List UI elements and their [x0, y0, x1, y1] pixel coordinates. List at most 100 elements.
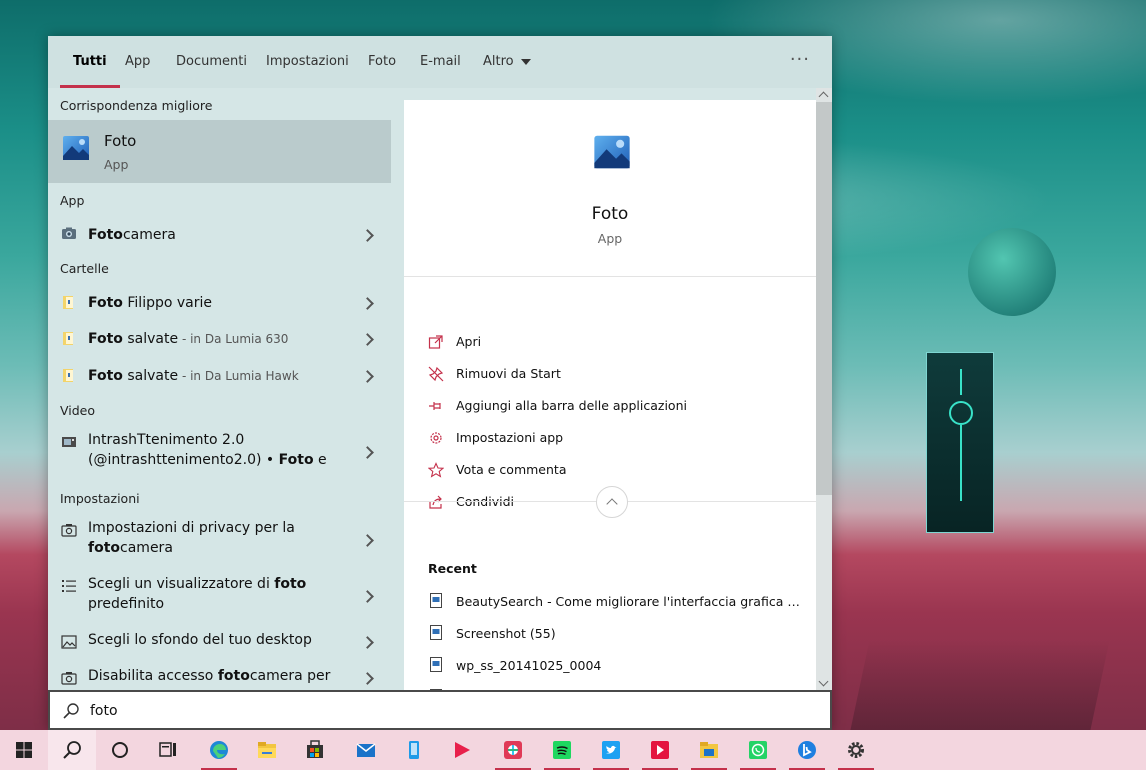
- settings-button[interactable]: [832, 730, 880, 770]
- result-folder-1[interactable]: Foto Filippo varie: [48, 288, 391, 318]
- match-rest: camera: [120, 540, 173, 556]
- result-video[interactable]: IntrashTtenimento 2.0 (@intrashttenimento…: [48, 430, 391, 474]
- action-label: Rimuovi da Start: [456, 366, 561, 381]
- mail-icon: [356, 743, 376, 757]
- play-button[interactable]: [438, 730, 486, 770]
- chevron-right-icon: [361, 229, 374, 242]
- section-impostazioni: Impostazioni: [60, 491, 140, 506]
- tab-documenti[interactable]: Documenti: [176, 36, 247, 88]
- cortana-button[interactable]: [96, 730, 144, 770]
- search-box[interactable]: [48, 690, 832, 730]
- match-rest: camera: [122, 227, 176, 243]
- more-options-button[interactable]: ···: [790, 36, 810, 88]
- chevron-right-icon: [361, 534, 374, 547]
- recent-heading: Recent: [428, 561, 477, 576]
- recent-item[interactable]: BeautySearch - Come migliorare l'interfa…: [428, 593, 808, 613]
- whatsapp-button[interactable]: [734, 730, 782, 770]
- twitter-button[interactable]: [587, 730, 635, 770]
- slack-button[interactable]: [489, 730, 537, 770]
- match-rest: camera per: [249, 668, 331, 684]
- preview-pane: Foto App Apri Rimuovi da Start Aggiungi …: [404, 100, 816, 690]
- photos-app-icon: [63, 136, 89, 160]
- camera-icon: [62, 227, 76, 239]
- filter-tabs: Tutti App Documenti Impostazioni Foto E-…: [48, 36, 832, 88]
- play-icon: [455, 742, 470, 758]
- image-icon: [61, 635, 77, 649]
- tab-foto[interactable]: Foto: [368, 36, 396, 88]
- recent-item-label: Screenshot (55): [456, 626, 556, 641]
- result-label: IntrashTtenimento 2.0 (@intrashttenimento…: [88, 430, 348, 470]
- file-explorer-button[interactable]: [243, 730, 291, 770]
- video-icon: [62, 437, 76, 447]
- tab-altro[interactable]: Altro: [483, 36, 531, 88]
- tab-impostazioni[interactable]: Impostazioni: [266, 36, 349, 88]
- video-channel: (@intrashttenimento2.0) •: [88, 452, 279, 468]
- result-setting-privacy[interactable]: Impostazioni di privacy per la fotocamera: [48, 518, 391, 562]
- cortana-icon: [112, 742, 128, 758]
- result-label: Fotocamera: [88, 225, 348, 245]
- search-taskbar-button[interactable]: [48, 730, 96, 770]
- settings-icon: [848, 742, 864, 758]
- search-input[interactable]: [88, 698, 792, 724]
- chevron-right-icon: [361, 446, 374, 459]
- result-location: - in Da Lumia 630: [178, 332, 289, 346]
- scroll-down-icon[interactable]: [818, 676, 829, 687]
- unpin-icon: [428, 366, 444, 382]
- store-button[interactable]: [291, 730, 339, 770]
- chevron-right-icon: [361, 636, 374, 649]
- scroll-up-icon[interactable]: [818, 91, 829, 102]
- edge-button[interactable]: [195, 730, 243, 770]
- result-fotocamera[interactable]: Fotocamera: [48, 220, 391, 250]
- document-icon: [430, 625, 442, 640]
- collapse-button[interactable]: [596, 486, 628, 518]
- match-bold: foto: [88, 540, 121, 556]
- action-vota-e-commenta[interactable]: Vota e commenta: [428, 461, 788, 481]
- result-label: Foto Filippo varie: [88, 293, 348, 313]
- result-setting-background[interactable]: Scegli lo sfondo del tuo desktop: [48, 630, 391, 660]
- setting-line: Disabilita accesso: [88, 668, 218, 684]
- windows-start-icon: [16, 742, 32, 758]
- document-icon: [430, 657, 442, 672]
- action-impostazioni-app[interactable]: Impostazioni app: [428, 429, 788, 449]
- result-folder-2[interactable]: Foto salvate - in Da Lumia 630: [48, 324, 391, 354]
- tab-tutti[interactable]: Tutti: [60, 36, 120, 88]
- spotify-icon: [553, 741, 571, 759]
- result-label: Foto salvate - in Da Lumia 630: [88, 329, 348, 349]
- best-match-item[interactable]: Foto App: [48, 120, 391, 183]
- search-icon: [63, 703, 79, 719]
- result-setting-viewer[interactable]: Scegli un visualizzatore di foto predefin…: [48, 574, 391, 618]
- photos-app-icon: [594, 135, 630, 169]
- star-icon: [428, 462, 444, 478]
- tab-app[interactable]: App: [125, 36, 150, 88]
- recent-item[interactable]: wp_ss_20141025_0004: [428, 657, 808, 677]
- folder-app-button[interactable]: [685, 730, 733, 770]
- recent-item-label: wp_ss_20141025_0004: [456, 658, 602, 673]
- match-rest: e: [313, 452, 327, 468]
- pocket-casts-button[interactable]: [636, 730, 684, 770]
- phone-button[interactable]: [390, 730, 438, 770]
- match-bold: Foto: [88, 295, 123, 311]
- camera-outline-icon: [61, 524, 77, 537]
- mail-button[interactable]: [342, 730, 390, 770]
- task-view-button[interactable]: [144, 730, 192, 770]
- action-label: Impostazioni app: [456, 430, 564, 445]
- spotify-button[interactable]: [538, 730, 586, 770]
- search-icon: [63, 741, 81, 759]
- action-label: Vota e commenta: [456, 462, 567, 477]
- tab-email[interactable]: E-mail: [420, 36, 461, 88]
- folder-icon: [63, 369, 73, 382]
- scrollbar-thumb[interactable]: [816, 102, 832, 495]
- start-button[interactable]: [0, 730, 48, 770]
- action-apri[interactable]: Apri: [428, 333, 788, 353]
- action-aggiungi-barra[interactable]: Aggiungi alla barra delle applicazioni: [428, 397, 788, 417]
- result-setting-disable-camera[interactable]: Disabilita accesso fotocamera per: [48, 666, 391, 690]
- match-bold: Foto: [278, 452, 314, 468]
- result-folder-3[interactable]: Foto salvate - in Da Lumia Hawk: [48, 361, 391, 391]
- pocket-casts-icon: [651, 741, 669, 759]
- bing-button[interactable]: [783, 730, 831, 770]
- document-icon: [430, 593, 442, 608]
- recent-item[interactable]: Screenshot (55): [428, 625, 808, 645]
- scrollbar[interactable]: [816, 88, 832, 690]
- action-rimuovi-da-start[interactable]: Rimuovi da Start: [428, 365, 788, 385]
- file-explorer-icon: [258, 742, 276, 758]
